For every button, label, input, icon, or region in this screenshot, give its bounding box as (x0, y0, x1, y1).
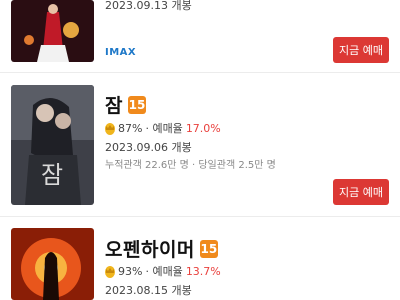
stats-row: 93% · 예매율 13.7% (104, 263, 221, 279)
title-row: 오펜하이머 15 (105, 235, 218, 262)
poster-image (11, 228, 94, 300)
booking-rate-value: 13.7% (185, 264, 221, 278)
age-rating-badge: 15 (127, 95, 146, 114)
divider (0, 72, 400, 73)
age-rating-badge: 15 (199, 239, 218, 258)
open-date: 2023.09.06 개봉 (105, 141, 192, 154)
booking-rate-value: 17.0% (185, 121, 221, 135)
golden-egg-icon (105, 123, 115, 135)
movie-poster[interactable] (11, 228, 94, 300)
open-date: 2023.09.13 개봉 (105, 0, 192, 12)
audience-count: 누적관객 22.6만 명 · 당일관객 2.5만 명 (105, 160, 276, 171)
book-button[interactable]: 지금 예매 (333, 179, 389, 205)
poster-image (11, 0, 94, 62)
imax-badge: IMAX (105, 47, 137, 58)
egg-score: 87% (118, 121, 143, 135)
stats-row: 87% · 예매율 17.0% (104, 120, 221, 136)
movie-title[interactable]: 잠 (105, 91, 123, 118)
movie-poster[interactable] (11, 0, 94, 62)
open-date: 2023.08.15 개봉 (105, 284, 192, 297)
booking-rate-label: · 예매율 (145, 122, 183, 135)
poster-title: 잠 (41, 161, 63, 189)
egg-score: 93% (118, 264, 143, 278)
title-row: 잠 15 (105, 91, 146, 118)
book-button[interactable]: 지금 예매 (333, 37, 389, 63)
movie-poster[interactable]: 잠 (11, 85, 94, 205)
movie-title[interactable]: 오펜하이머 (105, 235, 195, 262)
booking-rate-label: · 예매율 (145, 265, 183, 278)
poster-image: 잠 (11, 85, 94, 205)
divider (0, 216, 400, 217)
golden-egg-icon (105, 266, 115, 278)
